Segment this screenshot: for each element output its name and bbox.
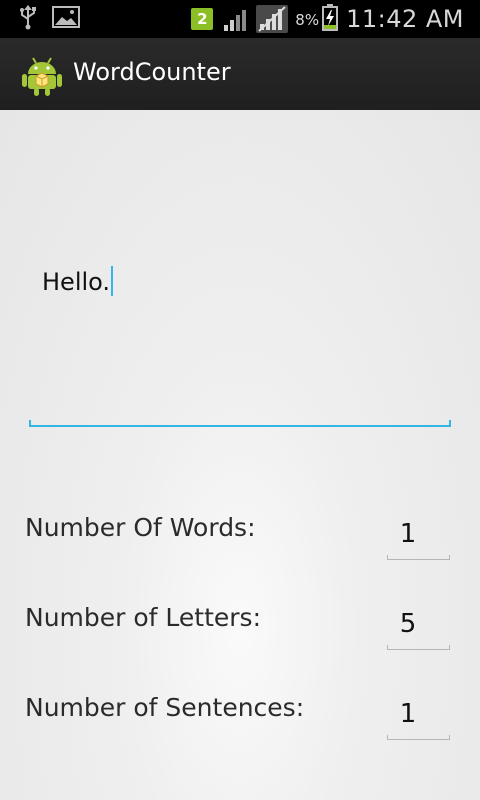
sentences-count-underline: [387, 739, 450, 740]
letters-count: 5: [399, 609, 417, 639]
battery-charging-icon: [322, 3, 339, 35]
letters-count-tick-left: [387, 645, 388, 650]
battery-percent: 8%: [295, 11, 320, 29]
letters-count-tick-right: [449, 645, 450, 650]
android-icon[interactable]: [22, 54, 62, 100]
sim-slot-number: 2: [197, 10, 208, 28]
signal-roaming-icon: [255, 4, 289, 34]
words-count: 1: [399, 519, 417, 549]
letters-count-underline: [387, 649, 450, 650]
status-bar: 2 8% 11:42 AM: [0, 0, 480, 38]
sentences-count-tick-left: [387, 735, 388, 740]
image-icon: [52, 6, 80, 32]
words-count-tick-left: [387, 555, 388, 560]
text-input-value[interactable]: Hello.: [42, 266, 114, 298]
usb-icon: [18, 4, 38, 34]
notification-area: [18, 4, 80, 34]
text-cursor: [111, 266, 114, 296]
words-count-underline: [387, 559, 450, 560]
sentences-label: Number of Sentences:: [25, 693, 305, 722]
sentences-count: 1: [399, 699, 417, 729]
text-input-underline: [29, 425, 451, 427]
clock: 11:42 AM: [346, 5, 464, 33]
action-bar: WordCounter: [0, 38, 480, 110]
system-status-area: 2 8% 11:42 AM: [191, 0, 464, 38]
app-title: WordCounter: [73, 58, 231, 86]
text-input-content[interactable]: Hello.: [42, 268, 110, 296]
words-count-tick-right: [449, 555, 450, 560]
signal-icon: [223, 6, 251, 32]
letters-label: Number of Letters:: [25, 603, 261, 632]
words-label: Number Of Words:: [25, 513, 256, 542]
sentences-count-tick-right: [449, 735, 450, 740]
sim-icon: 2: [191, 8, 214, 30]
main-content: Hello. Number Of Words: 1 Number of Lett…: [0, 110, 480, 800]
